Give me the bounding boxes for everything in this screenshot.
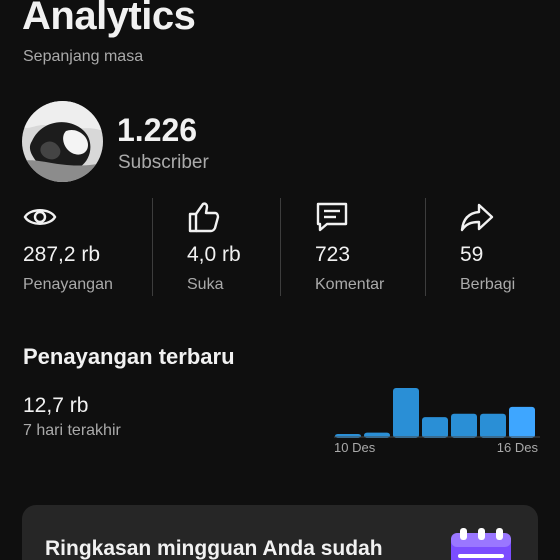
chart-bar [451, 413, 477, 438]
weekly-summary-text: Ringkasan mingguan Anda sudah [45, 537, 383, 560]
chart-bar [480, 413, 506, 438]
subscriber-label: Subscriber [118, 152, 209, 173]
stat-label: Suka [187, 276, 224, 293]
chart-bar [422, 417, 448, 438]
page-subtitle: Sepanjang masa [23, 48, 144, 65]
comment-icon [316, 202, 348, 232]
channel-avatar-image [22, 101, 103, 182]
stat-value: 287,2 rb [23, 243, 101, 266]
stat-label: Penayangan [23, 276, 113, 293]
chart-bar [509, 406, 535, 438]
subscriber-count: 1.226 [117, 112, 198, 148]
page-title: Analytics [22, 0, 196, 38]
recent-views-chart[interactable]: 10 Des 16 Des [334, 380, 540, 462]
stat-value: 723 [315, 243, 351, 266]
recent-views-value: 12,7 rb [23, 394, 89, 417]
chart-bar [393, 388, 419, 438]
divider [152, 198, 153, 296]
stats-row: 287,2 rb Penayangan 4,0 rb Suka 723 Kome… [0, 196, 560, 298]
recent-views-title: Penayangan terbaru [23, 344, 235, 369]
calendar-icon [451, 528, 511, 560]
stat-value: 59 [460, 243, 484, 266]
eye-icon [23, 209, 57, 225]
weekly-summary-card[interactable]: Ringkasan mingguan Anda sudah [22, 505, 538, 560]
chart-tick-label: 10 Des [334, 440, 376, 455]
recent-views-period: 7 hari terakhir [23, 422, 121, 439]
avatar[interactable] [22, 101, 103, 182]
chart-tick-label: 16 Des [497, 440, 539, 455]
share-icon [460, 203, 494, 232]
stat-label: Komentar [315, 276, 385, 293]
stat-label: Berbagi [460, 276, 516, 293]
divider [280, 198, 281, 296]
divider [425, 198, 426, 296]
thumbs-up-icon [188, 202, 220, 233]
stat-value: 4,0 rb [187, 243, 241, 266]
